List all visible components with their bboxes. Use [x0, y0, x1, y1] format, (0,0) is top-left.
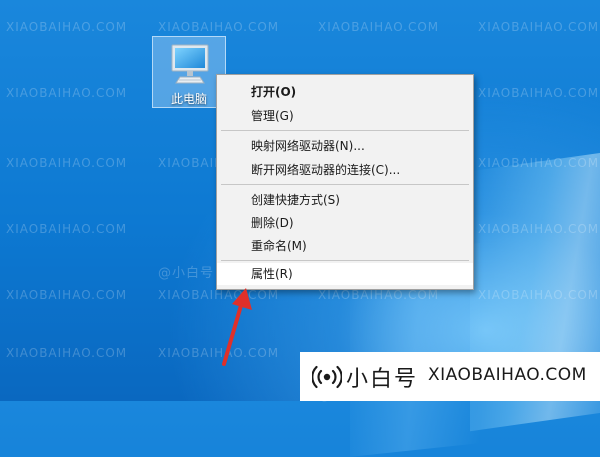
- watermark-text: XIAOBAIHAO.COM: [6, 86, 128, 100]
- annotation-arrow-icon: [222, 288, 252, 366]
- computer-icon: [171, 44, 209, 84]
- menu-separator: [221, 260, 469, 261]
- menu-item-properties[interactable]: 属性(R): [217, 263, 473, 285]
- watermark-text: XIAOBAIHAO.COM: [6, 288, 128, 302]
- desktop-icon-label: 此电脑: [170, 92, 207, 106]
- watermark-text: XIAOBAIHAO.COM: [478, 288, 600, 302]
- watermark-text: XIAOBAIHAO.COM: [6, 346, 128, 360]
- brand-name-cn: 小白号: [346, 367, 419, 392]
- watermark-text: XIAOBAIHAO.COM: [158, 20, 280, 34]
- desktop-icon-this-pc[interactable]: 此电脑: [152, 36, 226, 108]
- watermark-text: XIAOBAIHAO.COM: [478, 222, 600, 236]
- watermark-text: XIAOBAIHAO.COM: [318, 20, 440, 34]
- watermark-text: XIAOBAIHAO.COM: [318, 288, 440, 302]
- menu-item-map-network-drive[interactable]: 映射网络驱动器(N)...: [217, 135, 473, 157]
- watermark-text: XIAOBAIHAO.COM: [478, 86, 600, 100]
- brand-banner: 小白号 XIAOBAIHAO.COM: [300, 352, 600, 401]
- watermark-text: @小白号: [158, 266, 215, 281]
- menu-item-open[interactable]: 打开(O): [217, 81, 473, 103]
- watermark-text: XIAOBAIHAO.COM: [6, 222, 128, 236]
- watermark-text: XIAOBAIHAO.COM: [6, 20, 128, 34]
- menu-separator: [221, 130, 469, 131]
- menu-item-manage[interactable]: 管理(G): [217, 105, 473, 127]
- brand-name-en: XIAOBAIHAO.COM: [428, 365, 587, 385]
- watermark-text: XIAOBAIHAO.COM: [478, 156, 600, 170]
- menu-item-delete[interactable]: 删除(D): [217, 212, 473, 234]
- context-menu: 打开(O) 管理(G) 映射网络驱动器(N)... 断开网络驱动器的连接(C).…: [216, 74, 474, 290]
- watermark-text: XIAOBAIHAO.COM: [6, 156, 128, 170]
- watermark-text: XIAOBAIHAO.COM: [478, 20, 600, 34]
- menu-separator: [221, 184, 469, 185]
- menu-item-disconnect-network-drive[interactable]: 断开网络驱动器的连接(C)...: [217, 159, 473, 181]
- menu-item-rename[interactable]: 重命名(M): [217, 235, 473, 257]
- radio-signal-icon: [312, 365, 342, 389]
- menu-item-create-shortcut[interactable]: 创建快捷方式(S): [217, 189, 473, 211]
